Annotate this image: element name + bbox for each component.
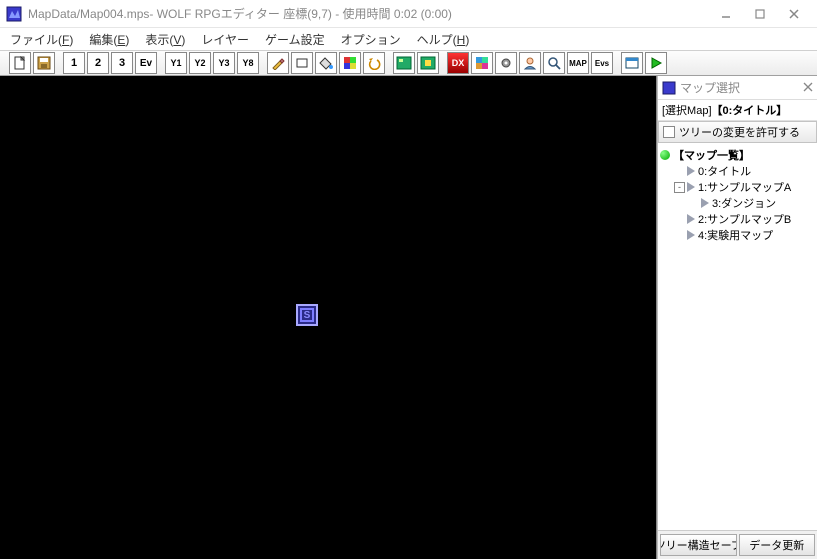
undo-button[interactable] (363, 52, 385, 74)
map-select-panel: マップ選択 [選択Map]【0:タイトル】 ツリーの変更を許可する 【マップ一覧… (657, 76, 817, 559)
toolbar: 1 2 3 Ev Y1 Y2 Y3 Y8 DX MAP Evs (0, 50, 817, 76)
play-button[interactable] (645, 52, 667, 74)
search-button[interactable] (543, 52, 565, 74)
panel-title: マップ選択 (680, 79, 803, 96)
evs-button[interactable]: Evs (591, 52, 613, 74)
panel-close-icon[interactable] (803, 81, 813, 95)
map-node-icon (687, 214, 695, 224)
y1-button[interactable]: Y1 (165, 52, 187, 74)
map-settings-button[interactable] (417, 52, 439, 74)
y8-button[interactable]: Y8 (237, 52, 259, 74)
rect-tool[interactable] (291, 52, 313, 74)
tree-item[interactable]: 0:タイトル (660, 163, 815, 179)
palette-tool[interactable] (339, 52, 361, 74)
menu-layer[interactable]: レイヤー (193, 29, 257, 50)
collapse-icon[interactable]: - (674, 182, 685, 193)
map-node-icon (687, 166, 695, 176)
work-area: S マップ選択 [選択Map]【0:タイトル】 ツリーの変更を許可する 【マップ… (0, 76, 817, 559)
start-position-marker[interactable]: S (296, 304, 318, 326)
map-label-button[interactable]: MAP (567, 52, 589, 74)
window-title: MapData/Map004.mps- WOLF RPGエディター 座標(9,7… (28, 5, 452, 22)
tree-root-icon (660, 150, 670, 160)
close-button[interactable] (777, 3, 811, 25)
minimize-button[interactable] (709, 3, 743, 25)
tiles-button[interactable] (471, 52, 493, 74)
panel-buttons: ツリー構造セーブ データ更新 (658, 530, 817, 559)
tree-save-button[interactable]: ツリー構造セーブ (660, 534, 737, 556)
allow-tree-change-row[interactable]: ツリーの変更を許可する (658, 121, 817, 143)
map-canvas[interactable]: S (0, 76, 657, 559)
selected-map-row: [選択Map]【0:タイトル】 (658, 100, 817, 121)
allow-tree-change-checkbox[interactable] (663, 126, 675, 138)
pencil-tool[interactable] (267, 52, 289, 74)
layer-3-button[interactable]: 3 (111, 52, 133, 74)
tree-root[interactable]: 【マップ一覧】 (660, 147, 815, 163)
gear-button[interactable] (495, 52, 517, 74)
menu-option[interactable]: オプション (333, 29, 409, 50)
menu-edit[interactable]: 編集(E) (81, 29, 137, 50)
menu-bar: ファイル(F) 編集(E) 表示(V) レイヤー ゲーム設定 オプション ヘルプ… (0, 28, 817, 50)
map-node-icon (687, 182, 695, 192)
new-button[interactable] (9, 52, 31, 74)
app-icon (6, 6, 22, 22)
tree-item[interactable]: 4:実験用マップ (660, 227, 815, 243)
tree-item[interactable]: - 1:サンプルマップA (660, 179, 815, 195)
title-bar: MapData/Map004.mps- WOLF RPGエディター 座標(9,7… (0, 0, 817, 28)
menu-game-settings[interactable]: ゲーム設定 (257, 29, 333, 50)
fill-tool[interactable] (315, 52, 337, 74)
tree-item[interactable]: 2:サンプルマップB (660, 211, 815, 227)
user-button[interactable] (519, 52, 541, 74)
save-button[interactable] (33, 52, 55, 74)
dx-button[interactable]: DX (447, 52, 469, 74)
y3-button[interactable]: Y3 (213, 52, 235, 74)
menu-file[interactable]: ファイル(F) (2, 29, 81, 50)
map-node-icon (687, 230, 695, 240)
window-button[interactable] (621, 52, 643, 74)
panel-icon (662, 81, 676, 95)
map-button[interactable] (393, 52, 415, 74)
layer-2-button[interactable]: 2 (87, 52, 109, 74)
maximize-button[interactable] (743, 3, 777, 25)
layer-ev-button[interactable]: Ev (135, 52, 157, 74)
menu-view[interactable]: 表示(V) (137, 29, 193, 50)
layer-1-button[interactable]: 1 (63, 52, 85, 74)
data-update-button[interactable]: データ更新 (739, 534, 816, 556)
tree-item[interactable]: 3:ダンジョン (660, 195, 815, 211)
map-tree[interactable]: 【マップ一覧】 0:タイトル - 1:サンプルマップA 3:ダンジョン 2:サン… (658, 143, 817, 530)
y2-button[interactable]: Y2 (189, 52, 211, 74)
menu-help[interactable]: ヘルプ(H) (409, 29, 478, 50)
panel-titlebar: マップ選択 (658, 76, 817, 100)
map-node-icon (701, 198, 709, 208)
allow-tree-change-label: ツリーの変更を許可する (679, 124, 800, 140)
